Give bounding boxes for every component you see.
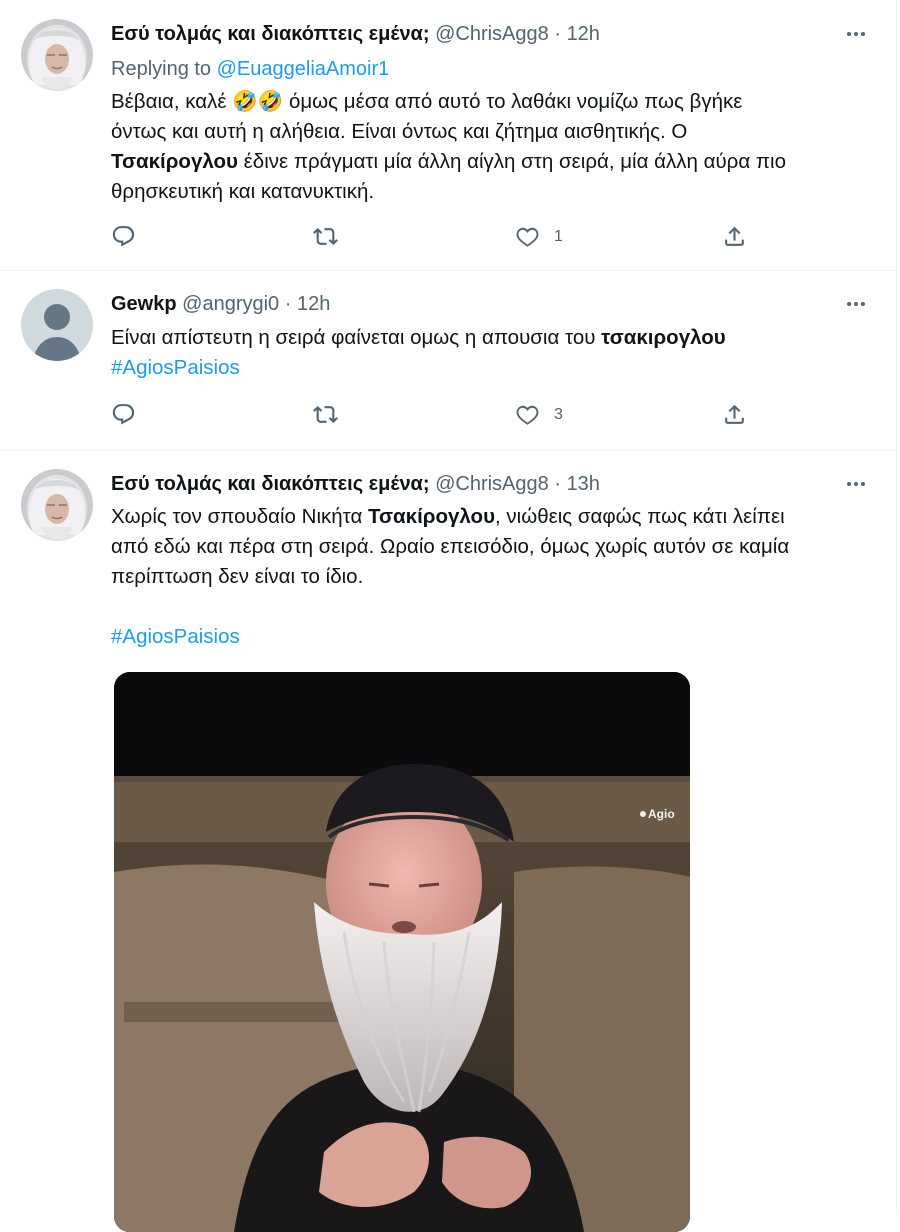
reply-icon — [111, 402, 136, 427]
text-segment: Βέβαια, καλέ — [111, 90, 227, 113]
tweet-text: Χωρίς τον σπουδαίο Νικήτα Τσακίρογλου, ν… — [111, 502, 789, 652]
avatar[interactable] — [21, 289, 93, 361]
tweet-feed: Εσύ τολμάς και διακόπτεις εμένα; @ChrisA… — [0, 0, 897, 1232]
bold-keyword: Τσακίρογλου — [111, 150, 238, 173]
replying-to-label: Replying to — [111, 58, 212, 80]
text-line: Τσακίρογλου έδινε πράγματι μία άλλη αίγλ… — [111, 147, 786, 177]
username[interactable]: @angrygi0 — [182, 293, 279, 315]
retweet-icon — [313, 224, 338, 249]
display-name[interactable]: Εσύ τολμάς και διακόπτεις εμένα; — [111, 23, 430, 45]
like-button[interactable]: 3 — [515, 402, 563, 427]
separator-dot: · — [554, 473, 561, 495]
text-segment: όμως μέσα από αυτό το λαθάκι νομίζω πως … — [288, 90, 743, 113]
tweet-actions: 1 — [111, 224, 771, 254]
retweet-button[interactable] — [313, 402, 338, 427]
text-segment: Είναι απίστευτη η σειρά φαίνεται ομως η … — [111, 326, 596, 349]
text-segment: έδινε πράγματι μία άλλη αίγλη στη σειρά,… — [243, 150, 786, 173]
retweet-button[interactable] — [313, 224, 338, 249]
tweet-text: Βέβαια, καλέ 🤣🤣 όμως μέσα από αυτό το λα… — [111, 87, 786, 207]
text-line: περίπτωση δεν είναι το ίδιο. — [111, 565, 364, 588]
username[interactable]: @ChrisAgg8 — [435, 473, 549, 495]
text-line: από εδώ και πέρα στη σειρά. Ωραίο επεισό… — [111, 535, 790, 558]
tweet-text: Είναι απίστευτη η σειρά φαίνεται ομως η … — [111, 323, 726, 383]
timestamp[interactable]: 13h — [567, 473, 600, 495]
watermark-dot — [640, 811, 646, 817]
heart-icon — [515, 224, 540, 249]
share-icon — [722, 402, 747, 427]
more-horizontal-icon[interactable] — [844, 292, 868, 316]
more-horizontal-icon[interactable] — [844, 22, 868, 46]
like-count: 3 — [554, 405, 563, 423]
hashtag-link[interactable]: #AgiosPaisios — [111, 625, 240, 648]
tweet[interactable]: Εσύ τολμάς και διακόπτεις εμένα; @ChrisA… — [0, 0, 896, 271]
reply-button[interactable] — [111, 224, 136, 249]
emoji: 🤣🤣 — [232, 90, 284, 113]
tweet-header: Gewkp @angrygi0 · 12h — [111, 292, 330, 316]
separator-dot: · — [554, 23, 561, 45]
text-segment: Χωρίς τον σπουδαίο Νικήτα — [111, 505, 363, 528]
share-icon — [722, 224, 747, 249]
broadcast-watermark: Agio — [648, 807, 675, 821]
username[interactable]: @ChrisAgg8 — [435, 23, 549, 45]
like-count: 1 — [554, 227, 563, 245]
display-name[interactable]: Gewkp — [111, 293, 177, 315]
tweet-header: Εσύ τολμάς και διακόπτεις εμένα; @ChrisA… — [111, 472, 600, 496]
text-segment: , νιώθεις σαφώς πως κάτι λείπει — [495, 505, 785, 528]
retweet-icon — [313, 402, 338, 427]
text-line: Χωρίς τον σπουδαίο Νικήτα Τσακίρογλου, ν… — [111, 502, 789, 532]
text-line: όντως και αυτή η αλήθεια. Είναι όντως κα… — [111, 120, 688, 143]
reply-icon — [111, 224, 136, 249]
text-line: Είναι απίστευτη η σειρά φαίνεται ομως η … — [111, 323, 726, 353]
timestamp[interactable]: 12h — [567, 23, 600, 45]
video-still: Agio — [114, 672, 690, 1232]
like-button[interactable]: 1 — [515, 224, 563, 249]
separator-dot: · — [284, 293, 292, 315]
text-line: θρησκευτική και κατανυκτική. — [111, 180, 375, 203]
hashtag-link[interactable]: #AgiosPaisios — [111, 356, 240, 379]
bold-keyword: Τσακίρογλου — [368, 505, 495, 528]
text-line: Βέβαια, καλέ 🤣🤣 όμως μέσα από αυτό το λα… — [111, 87, 786, 117]
share-button[interactable] — [722, 402, 747, 427]
tweet-header: Εσύ τολμάς και διακόπτεις εμένα; @ChrisA… — [111, 22, 600, 46]
tweet-actions: 3 — [111, 402, 771, 432]
timestamp[interactable]: 12h — [297, 293, 330, 315]
tweet-media-image[interactable]: Agio — [114, 672, 690, 1232]
tweet[interactable]: Gewkp @angrygi0 · 12h Είναι απίστευτη η … — [0, 270, 896, 451]
share-button[interactable] — [722, 224, 747, 249]
avatar[interactable] — [21, 469, 93, 541]
mention-link[interactable]: @EuaggeliaAmoir1 — [217, 58, 390, 80]
heart-icon — [515, 402, 540, 427]
avatar[interactable] — [21, 19, 93, 91]
replying-to: Replying to @EuaggeliaAmoir1 — [111, 57, 389, 81]
reply-button[interactable] — [111, 402, 136, 427]
bold-keyword: τσακιρογλου — [601, 326, 726, 349]
display-name[interactable]: Εσύ τολμάς και διακόπτεις εμένα; — [111, 473, 430, 495]
more-horizontal-icon[interactable] — [844, 472, 868, 496]
